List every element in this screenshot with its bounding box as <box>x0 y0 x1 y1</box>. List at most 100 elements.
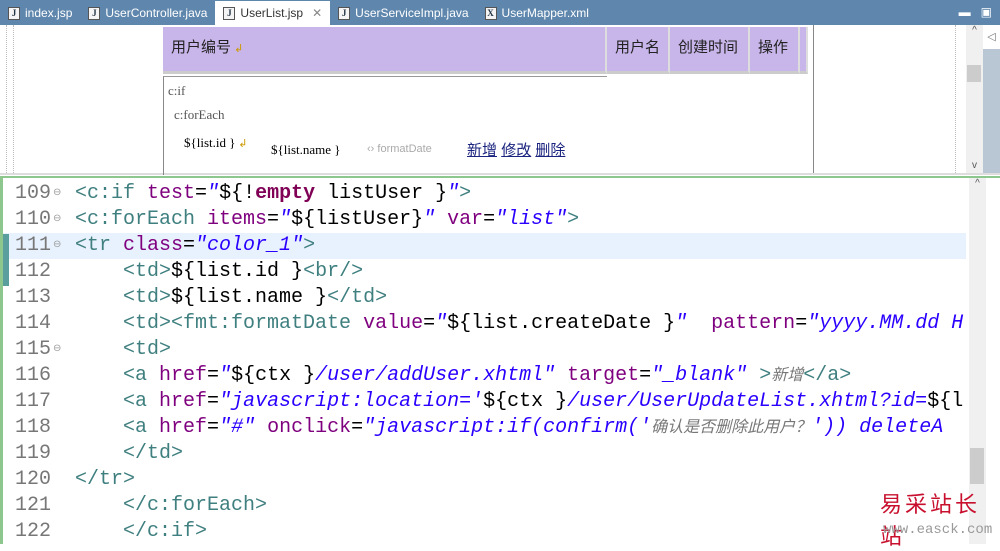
code-line[interactable]: 114 <td><fmt:formatDate value="${list.cr… <box>3 311 966 337</box>
header-user-id[interactable]: 用户编号 ↲ <box>163 27 607 74</box>
line-number: 116 <box>15 364 52 387</box>
minimize-icon[interactable]: ▬ <box>959 5 971 19</box>
code-token: href <box>159 364 208 387</box>
maximize-icon[interactable]: ▣ <box>981 5 992 19</box>
code-token: </c:if> <box>123 520 208 543</box>
header-actions[interactable]: 操作 <box>750 27 800 74</box>
tab-index-jsp[interactable]: Jindex.jsp <box>0 1 80 25</box>
code-line[interactable]: 111 ⊖ <tr class="color_1"> <box>3 233 966 259</box>
code-token: ')) deleteA <box>811 416 944 439</box>
design-table-body: c:if c:forEach ${list.id } ↲ ${list.name… <box>163 76 607 175</box>
code-token: <br/> <box>303 260 364 283</box>
code-line[interactable]: 122 </c:if> <box>3 519 966 545</box>
fold-icon[interactable]: ⊖ <box>53 337 61 363</box>
tab-usermapper-xml[interactable]: X UserMapper.xml <box>477 1 597 25</box>
code-token: "_blank" <box>651 364 760 387</box>
tab-userserviceimpl-java[interactable]: J UserServiceImpl.java <box>330 1 476 25</box>
code-token: <c:forEach <box>75 208 208 231</box>
code-token: 确认是否删除此用户？ <box>651 419 812 436</box>
code-token: > <box>459 182 472 205</box>
code-token: = <box>207 390 220 413</box>
code-token: pattern <box>711 312 796 335</box>
header-create-time[interactable]: 创建时间 <box>670 27 750 74</box>
foreach-label[interactable]: c:forEach <box>174 107 225 123</box>
code-token: "javascript:if(confirm(' <box>363 416 652 439</box>
code-token: onclick <box>267 416 352 439</box>
line-number: 113 <box>15 286 52 309</box>
fold-icon[interactable]: ⊖ <box>53 207 61 233</box>
source-editor[interactable]: 109 ⊖ <c:if test="${!empty listUser }"> 110… <box>0 176 1000 544</box>
code-token: = <box>351 416 364 439</box>
code-line[interactable]: 118 <a href="#" onclick="javascript:if(c… <box>3 415 966 441</box>
collapse-panel-icon[interactable]: ◁ <box>983 25 1000 49</box>
code-token: test <box>147 182 196 205</box>
code-line[interactable]: 109 ⊖ <c:if test="${!empty listUser }"> <box>3 181 966 207</box>
code-token: ${ctx } <box>231 364 316 387</box>
code-line[interactable]: 112 <td>${list.id }<br/> <box>3 259 966 285</box>
file-icon: X <box>484 6 497 20</box>
window-controls: ▬ ▣ <box>959 5 992 19</box>
code-line[interactable]: 113 <td>${list.name }</td> <box>3 285 966 311</box>
code-line[interactable]: 121 </c:forEach> <box>3 493 966 519</box>
code-token: <a <box>123 364 160 387</box>
code-token: ${list.id } <box>171 260 304 283</box>
code-line[interactable]: 119 </td> <box>3 441 966 467</box>
cell-name[interactable]: ${list.name } <box>271 142 341 158</box>
code-line[interactable]: 115 ⊖ <td> <box>3 337 966 363</box>
line-number: 122 <box>15 520 52 543</box>
watermark-title: 易采站长站 <box>880 493 981 550</box>
code-token: " <box>423 208 448 231</box>
link-edit[interactable]: 修改 <box>501 142 531 159</box>
code-token: empty <box>255 182 316 205</box>
link-add[interactable]: 新增 <box>467 142 497 159</box>
tag-icon: ‹› <box>367 143 375 155</box>
code-line[interactable]: 110 ⊖ <c:forEach items="${listUser}" var="… <box>3 207 966 233</box>
code-token: "javascript:location=' <box>219 390 484 413</box>
file-icon: J <box>223 6 236 20</box>
code-token: <td> <box>123 286 172 309</box>
code-token: href <box>159 416 208 439</box>
code-token: " <box>435 312 448 335</box>
code-token: = <box>183 234 196 257</box>
cell-date[interactable]: formatDate <box>377 143 431 155</box>
code-token: </a> <box>803 364 852 387</box>
code-line[interactable]: 116 <a href="${ctx }/user/addUser.xhtml"… <box>3 363 966 389</box>
code-token: ${ctx } <box>483 390 568 413</box>
line-number: 112 <box>15 260 52 283</box>
code-token: <a <box>123 416 160 439</box>
tab-userlist-jsp[interactable]: J UserList.jsp ✕ <box>215 1 331 25</box>
scrollbar-thumb[interactable] <box>970 448 984 484</box>
link-delete[interactable]: 删除 <box>535 142 565 159</box>
tab-label: UserList.jsp <box>240 6 304 20</box>
code-token: var <box>447 208 484 231</box>
code-token: = <box>267 208 280 231</box>
code-token: target <box>567 364 640 387</box>
code-token: = <box>483 208 496 231</box>
fold-icon[interactable]: ⊖ <box>53 181 61 207</box>
header-username[interactable]: 用户名 <box>607 27 670 74</box>
cif-label[interactable]: c:if <box>168 83 185 99</box>
code-token: = <box>207 416 220 439</box>
cell-id[interactable]: ${list.id } <box>184 135 236 150</box>
code-token: href <box>159 390 208 413</box>
code-token: </td> <box>123 442 184 465</box>
close-icon[interactable]: ✕ <box>312 6 322 20</box>
code-token: 新增 <box>771 367 804 384</box>
code-token: > <box>567 208 580 231</box>
code-token: listUser } <box>315 182 448 205</box>
fold-icon[interactable]: ⊖ <box>53 233 61 259</box>
code-token: "color_1" <box>195 234 304 257</box>
code-line[interactable]: 117 <a href="javascript:location='${ctx … <box>3 389 966 415</box>
design-scrollbar[interactable]: ^ v <box>966 25 983 173</box>
code-token: value <box>363 312 424 335</box>
code-line[interactable]: 120 </tr> <box>3 467 966 493</box>
line-number: 120 <box>15 468 52 491</box>
code-token: <td> <box>123 338 172 361</box>
tab-usercontroller-java[interactable]: J UserController.java <box>80 1 215 25</box>
code-token: /user/UserUpdateList.xhtml?id= <box>567 390 928 413</box>
